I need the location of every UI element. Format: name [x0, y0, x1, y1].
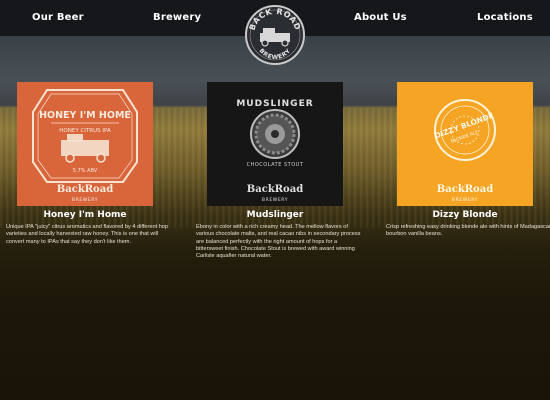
- beer-title-dizzy-blonde[interactable]: Dizzy Blonde: [385, 210, 545, 220]
- label-brand: BackRoad: [437, 184, 493, 195]
- label-brand-sub: BREWERY: [452, 197, 478, 203]
- label-brand-sub: BREWERY: [72, 197, 98, 203]
- nav-brewery[interactable]: Brewery: [153, 12, 201, 23]
- beer-label-honey-im-home[interactable]: HONEY I'M HOME HONEY CITRUS IPA 5.7% ABV…: [17, 82, 153, 206]
- beer-title-mudslinger[interactable]: Mudslinger: [195, 210, 355, 220]
- label-title: MUDSLINGER: [236, 99, 313, 109]
- beer-label-dizzy-blonde[interactable]: DIZZY BLONDE BLONDE ALE BackRoad BREWERY: [397, 82, 533, 206]
- beer-description-mudslinger: Ebony in color with a rich creamy head. …: [196, 224, 361, 260]
- label-brand: BackRoad: [57, 184, 113, 195]
- beer-label-mudslinger[interactable]: MUDSLINGER CHOCOLATE STOUT BackRoad BREW…: [207, 82, 343, 206]
- label-abv: 5.7% ABV: [73, 168, 98, 174]
- label-style: HONEY CITRUS IPA: [59, 128, 111, 134]
- nav-about-us[interactable]: About Us: [354, 12, 407, 23]
- label-style: CHOCOLATE STOUT: [247, 162, 304, 168]
- label-title: HONEY I'M HOME: [39, 110, 131, 121]
- beer-description-honey-im-home: Unique IPA "juicy" citrus aromatics and …: [6, 224, 169, 245]
- nav-our-beer[interactable]: Our Beer: [32, 12, 84, 23]
- beer-description-dizzy-blonde: Crisp refreshing easy drinking blonde al…: [386, 224, 550, 238]
- label-brand-sub: BREWERY: [262, 197, 288, 203]
- nav-locations[interactable]: Locations: [477, 12, 533, 23]
- label-brand: BackRoad: [247, 184, 303, 195]
- beer-title-honey-im-home[interactable]: Honey I'm Home: [5, 210, 165, 220]
- brewery-logo[interactable]: BACK ROAD BREWERY: [244, 4, 306, 66]
